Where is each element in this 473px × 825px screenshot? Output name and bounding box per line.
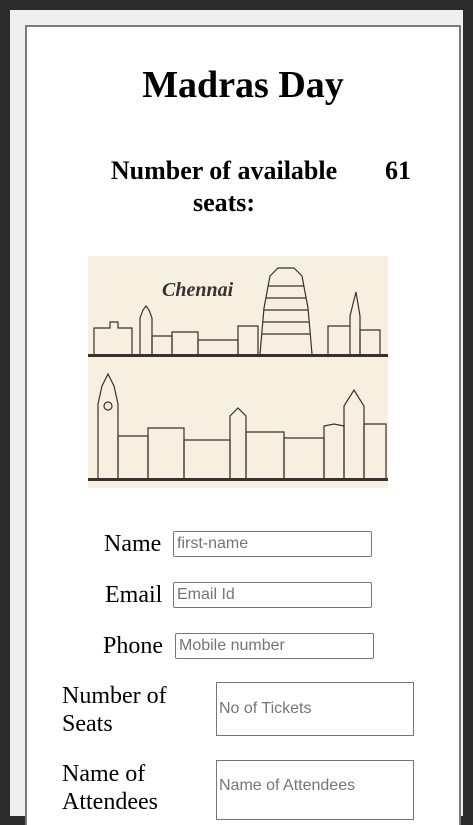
seats-request-row: Number of Seats (27, 682, 459, 742)
attendees-input[interactable] (216, 760, 414, 820)
booking-card: Madras Day Number of available seats: 61… (25, 25, 461, 825)
email-input[interactable] (173, 582, 372, 608)
name-label: Name (104, 531, 162, 557)
email-row: Email (27, 580, 459, 610)
phone-input[interactable] (175, 633, 374, 659)
email-label: Email (105, 582, 163, 608)
phone-row: Phone (27, 631, 459, 661)
skyline-illustration: Chennai (88, 256, 388, 488)
chennai-skyline-image: Chennai (88, 256, 388, 488)
available-seats-count: 61 (385, 156, 411, 185)
phone-label: Phone (103, 633, 163, 659)
attendees-row: Name of Attendees (27, 760, 459, 825)
seats-request-label: Number of Seats (62, 683, 167, 737)
page-title: Madras Day (142, 64, 344, 106)
name-row: Name (27, 529, 459, 559)
available-seats: Number of available seats: 61 (27, 155, 459, 225)
available-seats-label: Number of available seats: (110, 156, 338, 217)
name-input[interactable] (173, 531, 372, 557)
page-background: Madras Day Number of available seats: 61… (10, 10, 463, 825)
banner-caption: Chennai (162, 279, 234, 301)
attendees-label: Name of Attendees (62, 761, 158, 815)
seats-request-input[interactable] (216, 682, 414, 736)
